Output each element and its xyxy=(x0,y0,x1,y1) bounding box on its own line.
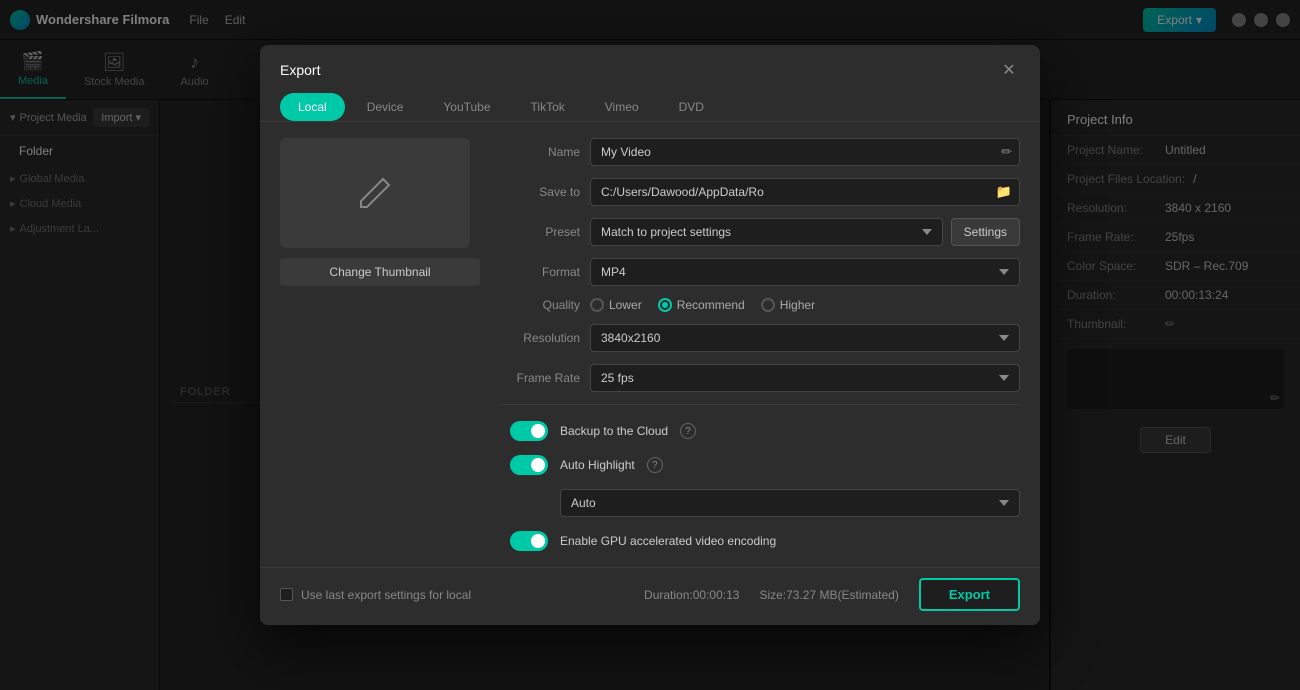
modal-close-button[interactable]: ✕ xyxy=(998,59,1020,81)
gpu-toggle[interactable] xyxy=(510,531,548,551)
quality-lower[interactable]: Lower xyxy=(590,298,642,312)
preset-label: Preset xyxy=(500,225,580,239)
footer-size: Size:73.27 MB(Estimated) xyxy=(759,588,898,602)
tab-dvd[interactable]: DVD xyxy=(661,93,722,121)
auto-highlight-toggle[interactable] xyxy=(510,455,548,475)
format-select[interactable]: MP4 xyxy=(590,258,1020,286)
name-edit-icon: ✏ xyxy=(1001,144,1012,160)
folder-icon[interactable]: 📁 xyxy=(996,184,1012,200)
format-label: Format xyxy=(500,265,580,279)
modal-thumbnail-section: Change Thumbnail xyxy=(280,138,480,551)
change-thumbnail-button[interactable]: Change Thumbnail xyxy=(280,258,480,286)
backup-help-icon[interactable]: ? xyxy=(680,423,696,439)
footer-right: Duration:00:00:13 Size:73.27 MB(Estimate… xyxy=(644,578,1020,611)
auto-select[interactable]: Auto xyxy=(560,489,1020,517)
export-modal: Export ✕ Local Device YouTube TikTok Vim… xyxy=(260,45,1040,625)
tab-youtube[interactable]: YouTube xyxy=(425,93,508,121)
modal-body: Change Thumbnail Name ✏ Save to xyxy=(260,122,1040,567)
settings-button[interactable]: Settings xyxy=(951,218,1020,246)
resolution-label: Resolution xyxy=(500,331,580,345)
frame-rate-label: Frame Rate xyxy=(500,371,580,385)
form-row-preset: Preset Match to project settings Setting… xyxy=(500,218,1020,246)
auto-highlight-row: Auto Highlight ? xyxy=(500,455,1020,475)
modal-thumb-preview xyxy=(280,138,470,248)
form-row-quality: Quality Lower Recommend Higher xyxy=(500,298,1020,312)
pencil-icon xyxy=(355,173,395,213)
modal-title: Export xyxy=(280,62,320,78)
form-row-resolution: Resolution 3840x2160 xyxy=(500,324,1020,352)
backup-cloud-label: Backup to the Cloud xyxy=(560,424,668,438)
name-label: Name xyxy=(500,145,580,159)
quality-recommend-label: Recommend xyxy=(677,298,745,312)
tab-tiktok[interactable]: TikTok xyxy=(513,93,583,121)
modal-overlay: Export ✕ Local Device YouTube TikTok Vim… xyxy=(0,0,1300,690)
auto-highlight-help-icon[interactable]: ? xyxy=(647,457,663,473)
quality-recommend[interactable]: Recommend xyxy=(658,298,745,312)
quality-label: Quality xyxy=(500,298,580,312)
name-input-wrapper: ✏ xyxy=(590,138,1020,166)
frame-rate-select[interactable]: 25 fps xyxy=(590,364,1020,392)
gpu-label: Enable GPU accelerated video encoding xyxy=(560,534,776,548)
form-row-name: Name ✏ xyxy=(500,138,1020,166)
backup-cloud-toggle[interactable] xyxy=(510,421,548,441)
modal-form-section: Name ✏ Save to 📁 Preset xyxy=(500,138,1020,551)
tab-local[interactable]: Local xyxy=(280,93,345,121)
radio-lower-circle xyxy=(590,298,604,312)
save-to-input-wrapper: 📁 xyxy=(590,178,1020,206)
modal-separator xyxy=(500,404,1020,405)
save-to-input[interactable] xyxy=(590,178,1020,206)
resolution-select[interactable]: 3840x2160 xyxy=(590,324,1020,352)
radio-recommend-circle xyxy=(658,298,672,312)
last-export-label: Use last export settings for local xyxy=(301,588,471,602)
footer-left: Use last export settings for local xyxy=(280,588,471,602)
export-modal-button[interactable]: Export xyxy=(919,578,1020,611)
preset-select[interactable]: Match to project settings xyxy=(590,218,943,246)
backup-cloud-row: Backup to the Cloud ? xyxy=(500,421,1020,441)
footer-duration: Duration:00:00:13 xyxy=(644,588,739,602)
form-row-format: Format MP4 xyxy=(500,258,1020,286)
form-row-frame-rate: Frame Rate 25 fps xyxy=(500,364,1020,392)
quality-lower-label: Lower xyxy=(609,298,642,312)
preset-row: Match to project settings Settings xyxy=(590,218,1020,246)
gpu-row: Enable GPU accelerated video encoding xyxy=(500,531,1020,551)
auto-highlight-label: Auto Highlight xyxy=(560,458,635,472)
modal-header: Export ✕ xyxy=(260,45,1040,81)
modal-tabs: Local Device YouTube TikTok Vimeo DVD xyxy=(260,81,1040,122)
quality-higher[interactable]: Higher xyxy=(761,298,815,312)
name-input[interactable] xyxy=(590,138,1020,166)
quality-higher-label: Higher xyxy=(780,298,815,312)
modal-footer: Use last export settings for local Durat… xyxy=(260,567,1040,625)
tab-vimeo[interactable]: Vimeo xyxy=(587,93,657,121)
last-export-checkbox[interactable] xyxy=(280,588,293,601)
radio-higher-circle xyxy=(761,298,775,312)
quality-options: Lower Recommend Higher xyxy=(590,298,1020,312)
save-to-label: Save to xyxy=(500,185,580,199)
tab-device[interactable]: Device xyxy=(349,93,422,121)
auto-select-row: Auto xyxy=(500,489,1020,517)
form-row-save-to: Save to 📁 xyxy=(500,178,1020,206)
